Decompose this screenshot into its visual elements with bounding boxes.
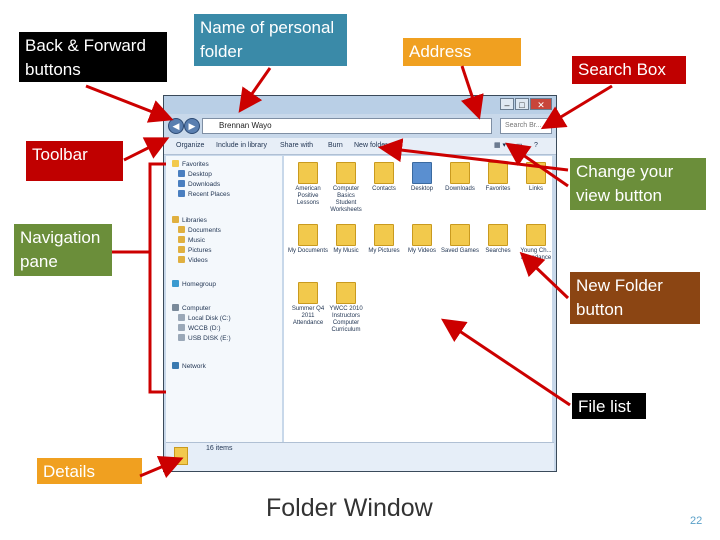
- arrow-change-view: [505, 142, 569, 188]
- arrow-file-list: [441, 318, 571, 407]
- arrow-personal-folder: [238, 67, 272, 113]
- arrow-new-folder-2: [519, 251, 570, 300]
- slide-caption: Folder Window: [266, 494, 433, 522]
- navigation-bracket: [148, 162, 166, 394]
- annotation-arrows: [85, 65, 613, 479]
- arrow-address: [460, 65, 484, 120]
- arrow-toolbar: [123, 137, 170, 162]
- arrow-details-pane: [139, 455, 184, 479]
- arrow-search-box: [540, 84, 613, 130]
- slide-number: 22: [690, 515, 703, 527]
- arrow-back-forward: [85, 84, 174, 123]
